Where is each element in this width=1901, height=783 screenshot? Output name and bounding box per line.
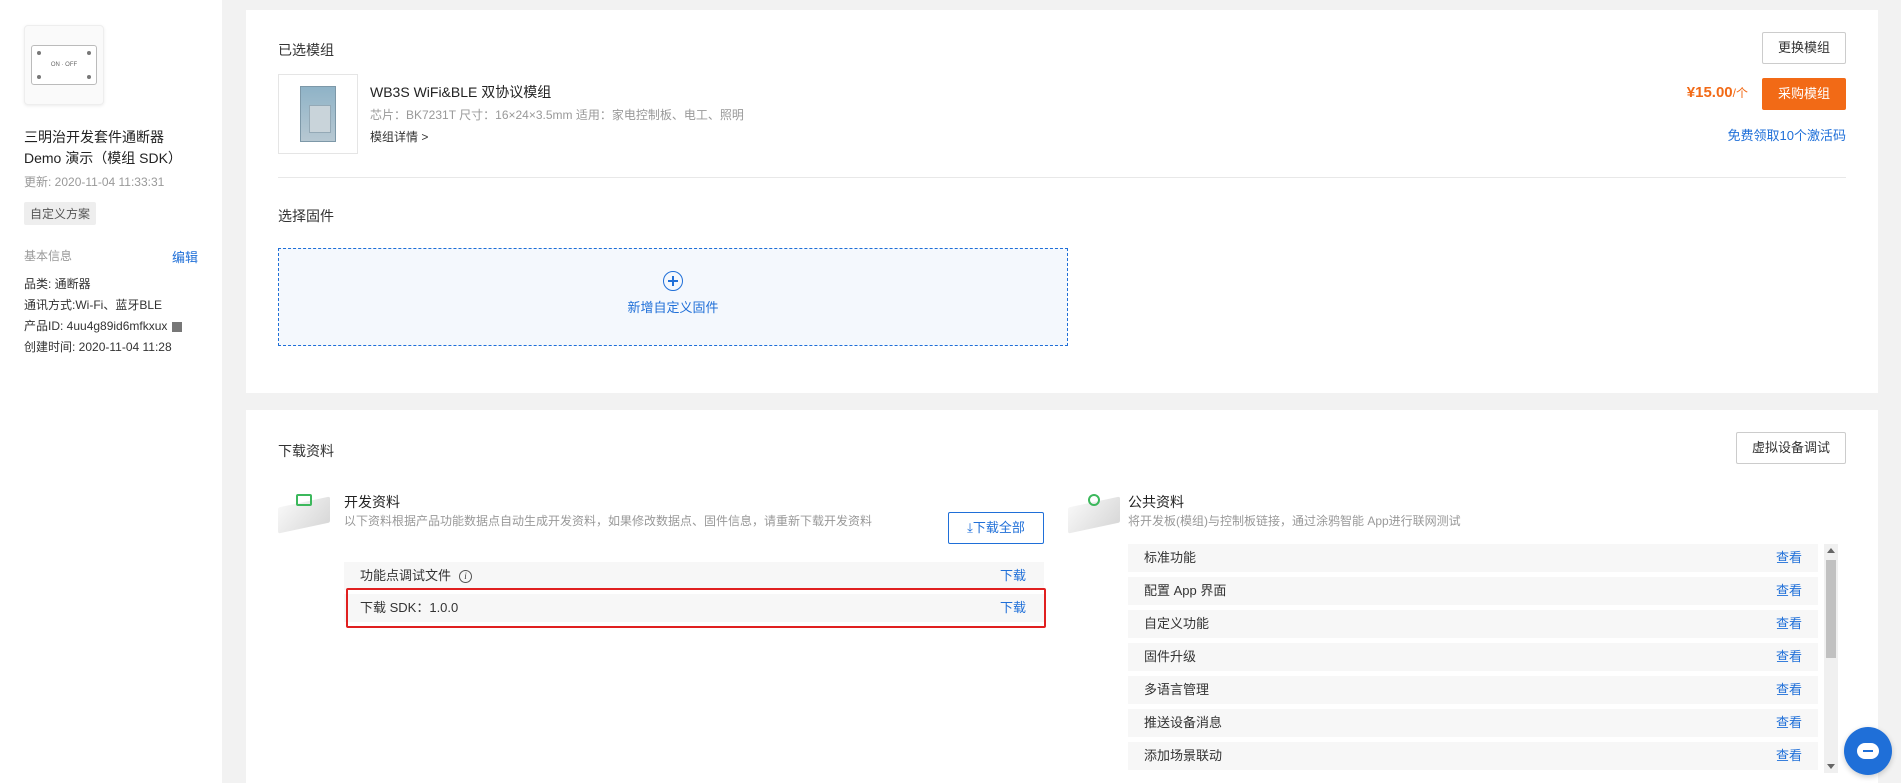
downloads-title: 下载资料 [278, 443, 334, 459]
basic-info-list: 品类: 通断器 通讯方式:Wi-Fi、蓝牙BLE 产品ID: 4uu4g89id… [24, 274, 198, 358]
add-firmware-button[interactable]: 新增自定义固件 [278, 248, 1068, 346]
scroll-up-icon[interactable] [1827, 548, 1835, 553]
view-link[interactable]: 查看 [1776, 742, 1802, 770]
plus-circle-icon [663, 271, 683, 291]
switch-label: ON · OFF [50, 62, 78, 68]
module-name: WB3S WiFi&BLE 双协议模组 [370, 84, 552, 100]
scroll-down-icon[interactable] [1827, 764, 1835, 769]
pub-label: 配置 App 界面 [1144, 583, 1227, 598]
chat-support-button[interactable] [1844, 727, 1892, 775]
divider [278, 177, 1846, 178]
module-image [278, 74, 358, 154]
basic-info-header: 基本信息 编辑 [24, 247, 198, 266]
view-link[interactable]: 查看 [1776, 643, 1802, 671]
updated-time: 更新: 2020-11-04 11:33:31 [24, 175, 165, 189]
created-info: 创建时间: 2020-11-04 11:28 [24, 340, 172, 354]
scrollbar-thumb[interactable] [1826, 560, 1836, 658]
pub-label: 标准功能 [1144, 550, 1197, 565]
product-sidebar: ON · OFF 三明治开发套件通断器 Demo 演示（模组 SDK） 更新: … [0, 0, 222, 783]
price-unit: /个 [1732, 86, 1748, 100]
add-firmware-label: 新增自定义固件 [627, 300, 719, 315]
change-module-button[interactable]: 更换模组 [1762, 32, 1846, 64]
public-resources-desc: 将开发板(模组)与控制板链接，通过涂鸦智能 App进行联网测试 [1128, 514, 1461, 528]
module-spec: 芯片：BK7231T 尺寸：16×24×3.5mm 适用：家电控制板、电工、照明 [370, 108, 744, 122]
product-thumbnail: ON · OFF [24, 25, 104, 105]
free-activation-link[interactable]: 免费领取10个激活码 [1728, 125, 1846, 144]
copy-icon[interactable] [172, 321, 183, 332]
download-sdk-link[interactable]: 下载 [1000, 594, 1026, 622]
pub-label: 添加场景联动 [1144, 748, 1223, 763]
product-id-row: 产品ID: 4uu4g89id6mfkxux [24, 316, 198, 337]
product-id: 产品ID: 4uu4g89id6mfkxux [24, 319, 168, 333]
price-value: ¥15.00 [1686, 84, 1733, 101]
scrollbar[interactable] [1824, 544, 1838, 773]
dev-resources-title: 开发资料 [344, 494, 400, 510]
download-link[interactable]: 下载 [1000, 562, 1026, 590]
buy-module-button[interactable]: 采购模组 [1762, 78, 1846, 110]
list-item: 下载 SDK：1.0.0 下载 [344, 594, 1044, 622]
download-all-button[interactable]: ⤓下载全部 [948, 512, 1044, 544]
list-item: 自定义功能 查看 [1128, 610, 1818, 638]
view-link[interactable]: 查看 [1776, 610, 1802, 638]
dl-label: 功能点调试文件 [360, 568, 452, 583]
category-info: 品类: 通断器 [24, 277, 91, 291]
downloads-card: 下载资料 虚拟设备调试 开发资料 以下资料根据产品功能数据点自动生成开发资料，如… [246, 410, 1878, 783]
public-resources-list: 标准功能 查看 配置 App 界面 查看 自定义功能 查看 固件升级 查看 多语言管理查… [1128, 544, 1838, 773]
list-item: 推送设备消息 查看 [1128, 709, 1818, 737]
list-item: 固件升级 查看 [1128, 643, 1818, 671]
list-item: 配置 App 界面 查看 [1128, 577, 1818, 605]
switch-device-icon: ON · OFF [31, 45, 97, 85]
edit-link[interactable]: 编辑 [172, 247, 198, 266]
product-name: 三明治开发套件通断器 Demo 演示（模组 SDK） [24, 129, 182, 166]
comm-info: 通讯方式:Wi-Fi、蓝牙BLE [24, 298, 163, 312]
dl-label: 下载 SDK：1.0.0 [360, 600, 459, 615]
list-item: 多语言管理 查看 [1128, 676, 1818, 704]
pub-label: 固件升级 [1144, 649, 1197, 664]
view-link[interactable]: 查看 [1776, 676, 1802, 704]
info-icon[interactable]: i [459, 570, 473, 584]
module-chip-icon [300, 86, 336, 142]
download-all-label: 下载全部 [972, 520, 1025, 535]
public-resources-icon [1068, 490, 1120, 534]
list-item: 功能点调试文件 i 下载 [344, 562, 1044, 590]
chat-icon [1857, 743, 1879, 759]
view-link[interactable]: 查看 [1776, 544, 1802, 572]
module-card: 已选模组 更换模组 WB3S WiFi&BLE 双协议模组 芯片：BK7231T… [246, 10, 1878, 393]
virtual-debug-button[interactable]: 虚拟设备调试 [1736, 432, 1846, 464]
basic-info-title: 基本信息 [24, 249, 73, 263]
list-item: 添加场景联动 查看 [1128, 742, 1818, 770]
pub-label: 自定义功能 [1144, 616, 1210, 631]
public-resources-title: 公共资料 [1128, 494, 1184, 510]
dev-resources-icon [278, 490, 330, 534]
view-link[interactable]: 查看 [1776, 577, 1802, 605]
solution-tag: 自定义方案 [24, 202, 97, 225]
selected-module-title: 已选模组 [278, 42, 334, 58]
module-price: ¥15.00/个 [1687, 84, 1748, 101]
pub-label: 多语言管理 [1144, 682, 1210, 697]
select-firmware-title: 选择固件 [278, 208, 334, 224]
dev-resources-desc: 以下资料根据产品功能数据点自动生成开发资料，如果修改数据点、固件信息，请重新下载… [344, 514, 873, 528]
module-detail-link[interactable]: 模组详情 > [370, 128, 428, 145]
pub-label: 推送设备消息 [1144, 715, 1223, 730]
list-item: 标准功能 查看 [1128, 544, 1818, 572]
view-link[interactable]: 查看 [1776, 709, 1802, 737]
